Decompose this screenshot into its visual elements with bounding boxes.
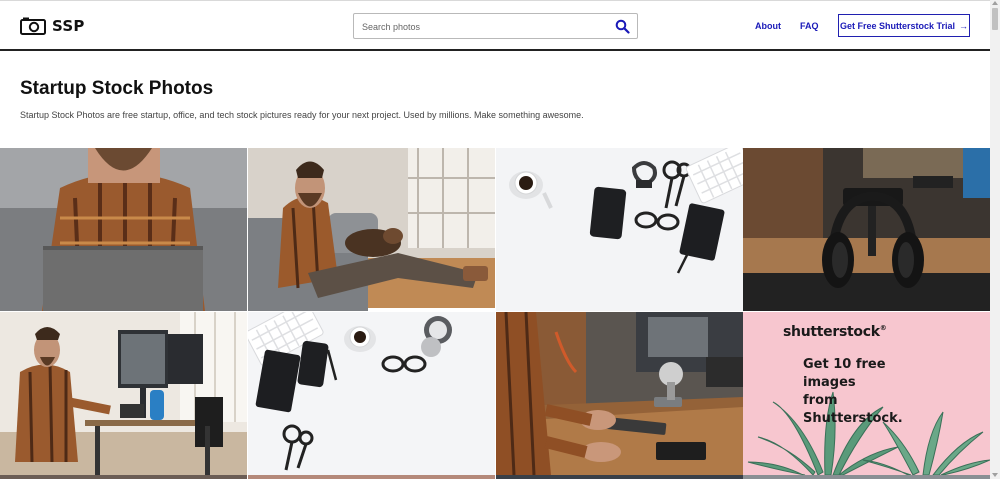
camera-icon xyxy=(20,17,46,35)
next-row-peek xyxy=(743,475,990,479)
photo-flatlay-notebook xyxy=(248,312,495,475)
photo-tile[interactable] xyxy=(496,148,743,311)
search-icon[interactable] xyxy=(615,19,630,34)
nav-faq-link[interactable]: FAQ xyxy=(800,21,819,31)
arrow-right-icon: → xyxy=(959,20,969,31)
ad-brand: shutterstock® xyxy=(783,324,913,340)
next-row-peek xyxy=(0,475,247,479)
registered-mark: ® xyxy=(879,324,887,332)
next-row-peek xyxy=(496,475,743,479)
next-row-peek xyxy=(248,475,495,479)
photo-flatlay-desk xyxy=(496,148,743,311)
search-input[interactable] xyxy=(362,18,612,35)
scroll-up-arrow-icon[interactable] xyxy=(992,1,998,5)
ad-line-2: from Shutterstock. xyxy=(803,393,903,426)
free-trial-label: Get Free Shutterstock Trial xyxy=(839,20,956,31)
photo-tile[interactable] xyxy=(743,148,990,311)
site-logo[interactable]: SSP xyxy=(20,16,85,35)
ad-headline: Get 10 free images from Shutterstock. xyxy=(803,356,933,428)
photo-man-laptop xyxy=(0,148,247,311)
scroll-down-arrow-icon[interactable] xyxy=(992,473,998,477)
shutterstock-ad[interactable]: shutterstock® Get 10 free images from Sh… xyxy=(743,312,990,475)
photo-tile[interactable] xyxy=(0,148,247,311)
ad-line-1: Get 10 free images xyxy=(803,357,886,390)
photo-tile[interactable] xyxy=(496,312,743,475)
logo-text: SSP xyxy=(52,16,85,35)
search-box xyxy=(353,13,638,39)
photo-headphones xyxy=(743,148,990,311)
photo-grid: shutterstock® Get 10 free images from Sh… xyxy=(0,148,990,479)
page-title: Startup Stock Photos xyxy=(20,78,214,99)
photo-man-couch-dog xyxy=(248,148,495,311)
site-header: SSP About FAQ Get Free Shutterstock Tria… xyxy=(0,1,990,51)
scroll-thumb[interactable] xyxy=(992,8,998,30)
nav-about-link[interactable]: About xyxy=(755,21,781,31)
photo-typing-desk xyxy=(496,312,743,475)
vertical-scrollbar[interactable] xyxy=(990,0,1000,479)
photo-standing-desk xyxy=(0,312,247,475)
free-trial-button[interactable]: Get Free Shutterstock Trial → xyxy=(838,14,970,37)
shutterstock-logo: shutterstock xyxy=(783,324,880,340)
page: SSP About FAQ Get Free Shutterstock Tria… xyxy=(0,0,990,479)
photo-tile[interactable] xyxy=(0,312,247,475)
photo-tile[interactable] xyxy=(248,148,495,311)
photo-tile[interactable] xyxy=(248,312,495,475)
page-subtitle: Startup Stock Photos are free startup, o… xyxy=(20,110,584,120)
